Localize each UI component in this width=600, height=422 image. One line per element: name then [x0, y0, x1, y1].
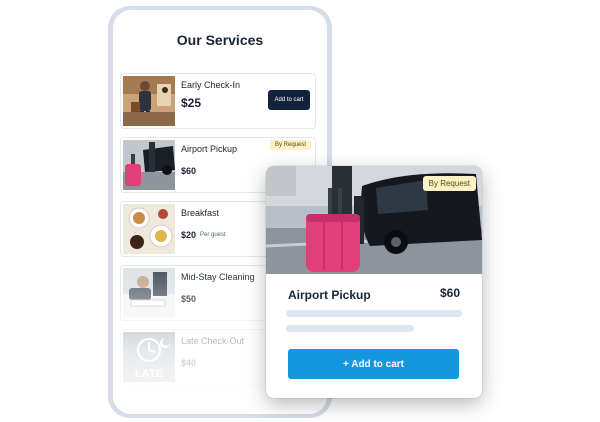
early-check-in-thumbnail [123, 76, 175, 126]
service-card-early-check-in[interactable]: Early Check-In $25 Add to cart [120, 73, 316, 129]
breakfast-thumbnail [123, 204, 175, 254]
service-price: $40 [181, 358, 197, 368]
description-placeholder-line [286, 325, 414, 332]
detail-title: Airport Pickup [288, 288, 371, 302]
by-request-badge: By Request [270, 140, 312, 150]
add-to-cart-button[interactable]: + Add to cart [288, 349, 459, 379]
service-name: Mid-Stay Cleaning [181, 272, 255, 282]
description-placeholder-line [286, 310, 462, 317]
service-name: Breakfast [181, 208, 220, 218]
per-guest-label: Per guest [200, 232, 226, 238]
service-name: Airport Pickup [181, 144, 238, 154]
airport-pickup-photo: By Request [266, 166, 482, 274]
cleaning-thumbnail [123, 268, 175, 318]
service-price: $60 [181, 166, 197, 176]
service-price: $50 [181, 294, 197, 304]
by-request-badge: By Request [422, 176, 476, 191]
detail-price: $60 [439, 286, 460, 300]
service-price: $20 [181, 230, 197, 240]
service-name: Early Check-In [181, 80, 241, 90]
late-check-out-thumbnail: LATE [123, 332, 175, 382]
airport-pickup-thumbnail [123, 140, 175, 190]
service-price: $25 [181, 96, 202, 110]
add-to-cart-button[interactable]: Add to cart [268, 90, 310, 110]
page-title: Our Services [176, 32, 264, 48]
service-name: Late Check-Out [181, 336, 245, 346]
late-caption: LATE [135, 368, 163, 380]
airport-pickup-detail-card: By Request Airport Pickup $60 + Add to c… [266, 166, 482, 398]
